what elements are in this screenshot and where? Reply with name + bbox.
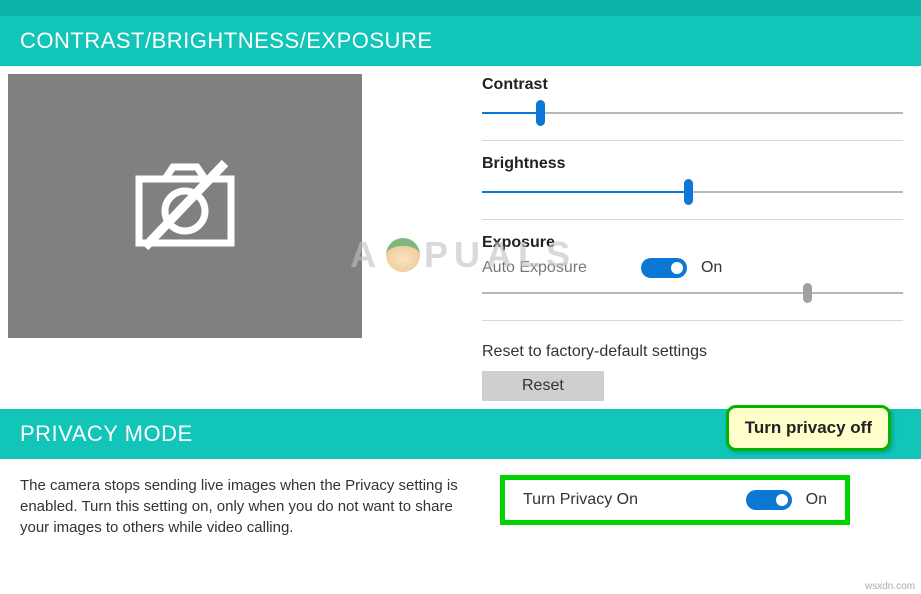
watermark-site: wsxdn.com xyxy=(865,581,915,592)
auto-exposure-state: On xyxy=(701,259,722,277)
privacy-description: The camera stops sending live images whe… xyxy=(20,475,470,538)
privacy-toggle-state: On xyxy=(806,491,827,509)
top-accent-bar xyxy=(0,0,921,16)
auto-exposure-toggle[interactable] xyxy=(641,258,687,278)
divider xyxy=(482,320,903,321)
exposure-label: Exposure xyxy=(482,234,903,252)
contrast-label: Contrast xyxy=(482,76,903,94)
callout-annotation: Turn privacy off xyxy=(726,405,891,451)
brightness-slider[interactable] xyxy=(482,191,903,193)
camera-preview xyxy=(8,74,362,338)
section-header-contrast: CONTRAST/BRIGHTNESS/EXPOSURE xyxy=(0,16,921,66)
privacy-header-row: PRIVACY MODE Turn privacy off xyxy=(0,409,921,459)
divider xyxy=(482,140,903,141)
auto-exposure-label: Auto Exposure xyxy=(482,259,587,277)
privacy-toggle[interactable] xyxy=(746,490,792,510)
no-camera-icon xyxy=(125,149,245,264)
brightness-group: Brightness xyxy=(482,155,903,209)
controls-panel: Contrast Brightness Exposure Auto Exposu… xyxy=(482,74,913,401)
contrast-slider[interactable] xyxy=(482,112,903,114)
brightness-label: Brightness xyxy=(482,155,903,173)
reset-label: Reset to factory-default settings xyxy=(482,343,903,361)
content-row: Contrast Brightness Exposure Auto Exposu… xyxy=(0,66,921,401)
contrast-group: Contrast xyxy=(482,76,903,130)
divider xyxy=(482,219,903,220)
privacy-toggle-highlight: Turn Privacy On On xyxy=(500,475,850,525)
exposure-slider xyxy=(482,292,903,294)
reset-button[interactable]: Reset xyxy=(482,371,604,401)
privacy-toggle-label: Turn Privacy On xyxy=(523,491,638,509)
reset-row: Reset to factory-default settings Reset xyxy=(482,343,903,401)
privacy-body: The camera stops sending live images whe… xyxy=(0,459,921,538)
exposure-group: Exposure Auto Exposure On xyxy=(482,234,903,310)
